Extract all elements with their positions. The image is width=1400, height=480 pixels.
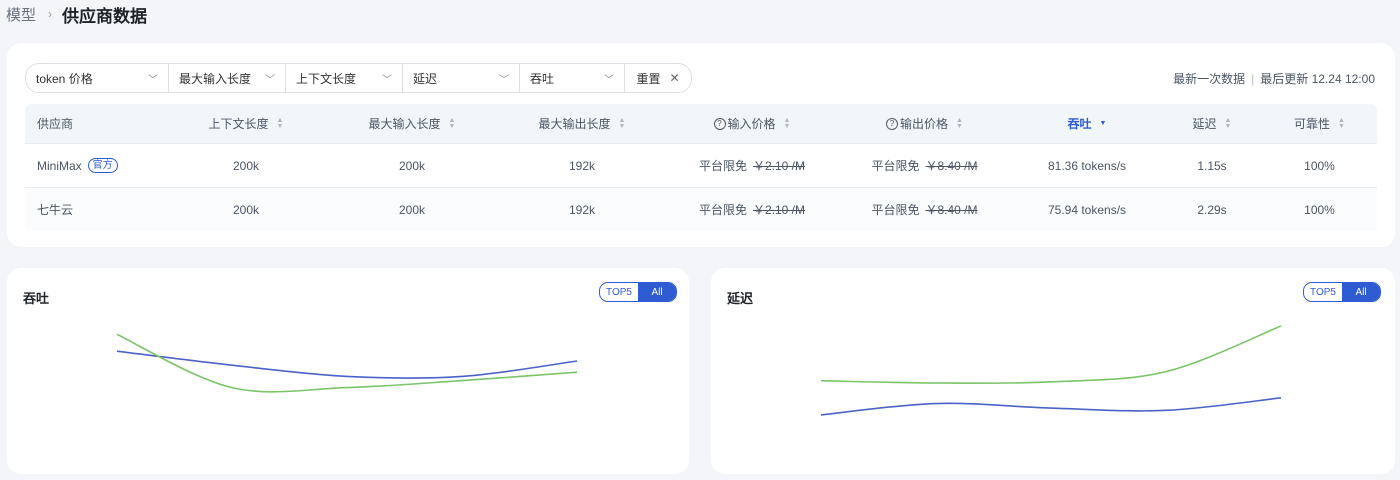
divider: | xyxy=(1251,71,1255,86)
series-line-1 xyxy=(116,333,578,393)
cell-context: 200k xyxy=(232,158,260,173)
breadcrumb-parent[interactable]: 模型 xyxy=(6,4,36,25)
filter-label: token 价格 xyxy=(36,71,93,86)
sort-icon[interactable]: ▲ ▼ xyxy=(956,117,963,130)
header-latency[interactable]: 延迟 ▲ ▼ xyxy=(1162,104,1262,143)
breadcrumb: 模型 › 供应商数据 xyxy=(6,2,147,26)
sort-icon[interactable]: ▲ ▼ xyxy=(1338,117,1345,130)
price-original: ￥8.40 /M xyxy=(925,159,978,173)
close-icon: ✕ xyxy=(669,71,680,85)
filter-label: 延迟 xyxy=(413,71,438,86)
cell-max-output: 192k xyxy=(568,158,596,173)
provider-name: MiniMax xyxy=(37,158,82,173)
price-label: 平台限免 xyxy=(698,159,747,173)
cell-latency: 2.29s xyxy=(1197,202,1227,217)
cell-throughput: 75.94 tokens/s xyxy=(1047,202,1127,217)
header-context-length[interactable]: 上下文长度 ▲ ▼ xyxy=(165,104,327,143)
header-label: 最大输入长度 xyxy=(368,117,441,131)
header-label: 最大输出长度 xyxy=(538,117,611,131)
header-provider: 供应商 xyxy=(25,104,165,143)
table-header: 供应商 上下文长度 ▲ ▼ 最大输入长度 ▲ ▼ 最大输出长度 ▲ ▼ ? 输入价格 ▲ ▼ ? 输… xyxy=(25,104,1377,143)
sort-icon[interactable]: ▲ ▼ xyxy=(1225,117,1232,130)
sort-icon[interactable]: ▲ ▼ xyxy=(619,117,626,130)
filter-throughput[interactable]: 吞吐 ﹀ xyxy=(520,64,625,92)
series-line-1 xyxy=(820,397,1282,416)
chevron-down-icon: ﹀ xyxy=(604,74,614,86)
chevron-down-icon: ﹀ xyxy=(499,74,509,86)
header-label: 吞吐 xyxy=(1067,117,1092,131)
page-title: 供应商数据 xyxy=(62,6,148,26)
header-label: 输入价格 xyxy=(727,117,776,131)
provider-name: 七牛云 xyxy=(37,203,74,217)
reset-button[interactable]: 重置 ✕ xyxy=(625,64,691,92)
cell-max-input: 200k xyxy=(398,158,426,173)
filter-bar: token 价格 ﹀ 最大输入长度 ﹀ 上下文长度 ﹀ 延迟 ﹀ 吞吐 ﹀ 重置 ✕ xyxy=(25,63,692,93)
cell-latency: 1.15s xyxy=(1197,158,1227,173)
filter-token-price[interactable]: token 价格 ﹀ xyxy=(26,64,169,92)
cell-max-output: 192k xyxy=(568,202,596,217)
chevron-down-icon: ﹀ xyxy=(148,74,158,86)
throughput-line-chart xyxy=(116,333,578,393)
sort-icon[interactable]: ▲ ▼ xyxy=(277,117,284,130)
filter-latency[interactable]: 延迟 ﹀ xyxy=(403,64,520,92)
cell-max-input: 200k xyxy=(398,202,426,217)
price-original: ￥2.10 /M xyxy=(752,203,806,217)
header-output-price[interactable]: ? 输出价格 ▲ ▼ xyxy=(837,104,1012,143)
filter-label: 上下文长度 xyxy=(296,71,357,86)
sort-desc-icon[interactable]: ▼ xyxy=(1100,120,1107,127)
update-meta: 最新一次数据 | 最后更新 12.24 12:00 xyxy=(1173,70,1375,87)
header-max-input[interactable]: 最大输入长度 ▲ ▼ xyxy=(327,104,497,143)
cell-reliability: 100% xyxy=(1304,158,1335,173)
provider-table: 供应商 上下文长度 ▲ ▼ 最大输入长度 ▲ ▼ 最大输出长度 ▲ ▼ ? 输入价格 ▲ ▼ ? 输… xyxy=(25,104,1377,231)
series-line-0 xyxy=(116,350,578,379)
price-label: 平台限免 xyxy=(871,159,920,173)
header-label: 延迟 xyxy=(1192,117,1217,131)
header-throughput[interactable]: 吞吐 ▼ xyxy=(1012,104,1162,143)
header-label: 可靠性 xyxy=(1294,117,1331,131)
latency-chart-panel: 延迟 TOP5 All xyxy=(711,268,1395,474)
filter-label: 最大输入长度 xyxy=(179,71,252,86)
header-input-price[interactable]: ? 输入价格 ▲ ▼ xyxy=(667,104,837,143)
price-original: ￥2.10 /M xyxy=(752,159,806,173)
cell-throughput: 81.36 tokens/s xyxy=(1047,158,1127,173)
filter-max-input[interactable]: 最大输入长度 ﹀ xyxy=(169,64,286,92)
cell-provider: 七牛云 xyxy=(25,188,165,231)
provider-data-panel: token 价格 ﹀ 最大输入长度 ﹀ 上下文长度 ﹀ 延迟 ﹀ 吞吐 ﹀ 重置 ✕ 最新一… xyxy=(7,43,1395,247)
chevron-down-icon: ﹀ xyxy=(382,74,392,86)
header-max-output[interactable]: 最大输出长度 ▲ ▼ xyxy=(497,104,667,143)
filter-label: 吞吐 xyxy=(530,71,555,86)
filter-context-length[interactable]: 上下文长度 ﹀ xyxy=(286,64,403,92)
cell-context: 200k xyxy=(232,202,260,217)
price-label: 平台限免 xyxy=(698,203,747,217)
last-updated-label: 最后更新 12.24 12:00 xyxy=(1260,72,1375,86)
chevron-right-icon: › xyxy=(48,7,53,21)
throughput-chart-panel: 吞吐 TOP5 All xyxy=(7,268,689,474)
price-original: ￥8.40 /M xyxy=(925,203,978,217)
latency-line-chart xyxy=(820,325,1282,416)
official-badge: 官方 xyxy=(87,158,118,173)
table-row[interactable]: MiniMax 官方 200k 200k 192k 平台限免 ￥2.10 /M 平台… xyxy=(25,143,1377,187)
help-icon[interactable]: ? xyxy=(886,117,899,130)
cell-provider: MiniMax 官方 xyxy=(25,144,165,187)
cell-output-price: 平台限免 ￥8.40 /M xyxy=(837,144,1012,187)
header-label: 供应商 xyxy=(37,117,74,131)
sort-icon[interactable]: ▲ ▼ xyxy=(784,117,791,130)
header-label: 输出价格 xyxy=(900,117,949,131)
header-reliability[interactable]: 可靠性 ▲ ▼ xyxy=(1262,104,1377,143)
price-label: 平台限免 xyxy=(871,203,920,217)
table-row[interactable]: 七牛云 200k 200k 192k 平台限免 ￥2.10 /M 平台限免 ￥8.4… xyxy=(25,187,1377,231)
cell-reliability: 100% xyxy=(1304,202,1335,217)
help-icon[interactable]: ? xyxy=(713,117,726,130)
header-label: 上下文长度 xyxy=(208,117,269,131)
cell-input-price: 平台限免 ￥2.10 /M xyxy=(667,188,837,231)
sort-icon[interactable]: ▲ ▼ xyxy=(449,117,456,130)
reset-label: 重置 xyxy=(636,71,661,86)
chevron-down-icon: ﹀ xyxy=(265,74,275,86)
series-line-0 xyxy=(820,325,1282,385)
latest-data-label: 最新一次数据 xyxy=(1173,72,1246,86)
cell-input-price: 平台限免 ￥2.10 /M xyxy=(667,144,837,187)
cell-output-price: 平台限免 ￥8.40 /M xyxy=(837,188,1012,231)
